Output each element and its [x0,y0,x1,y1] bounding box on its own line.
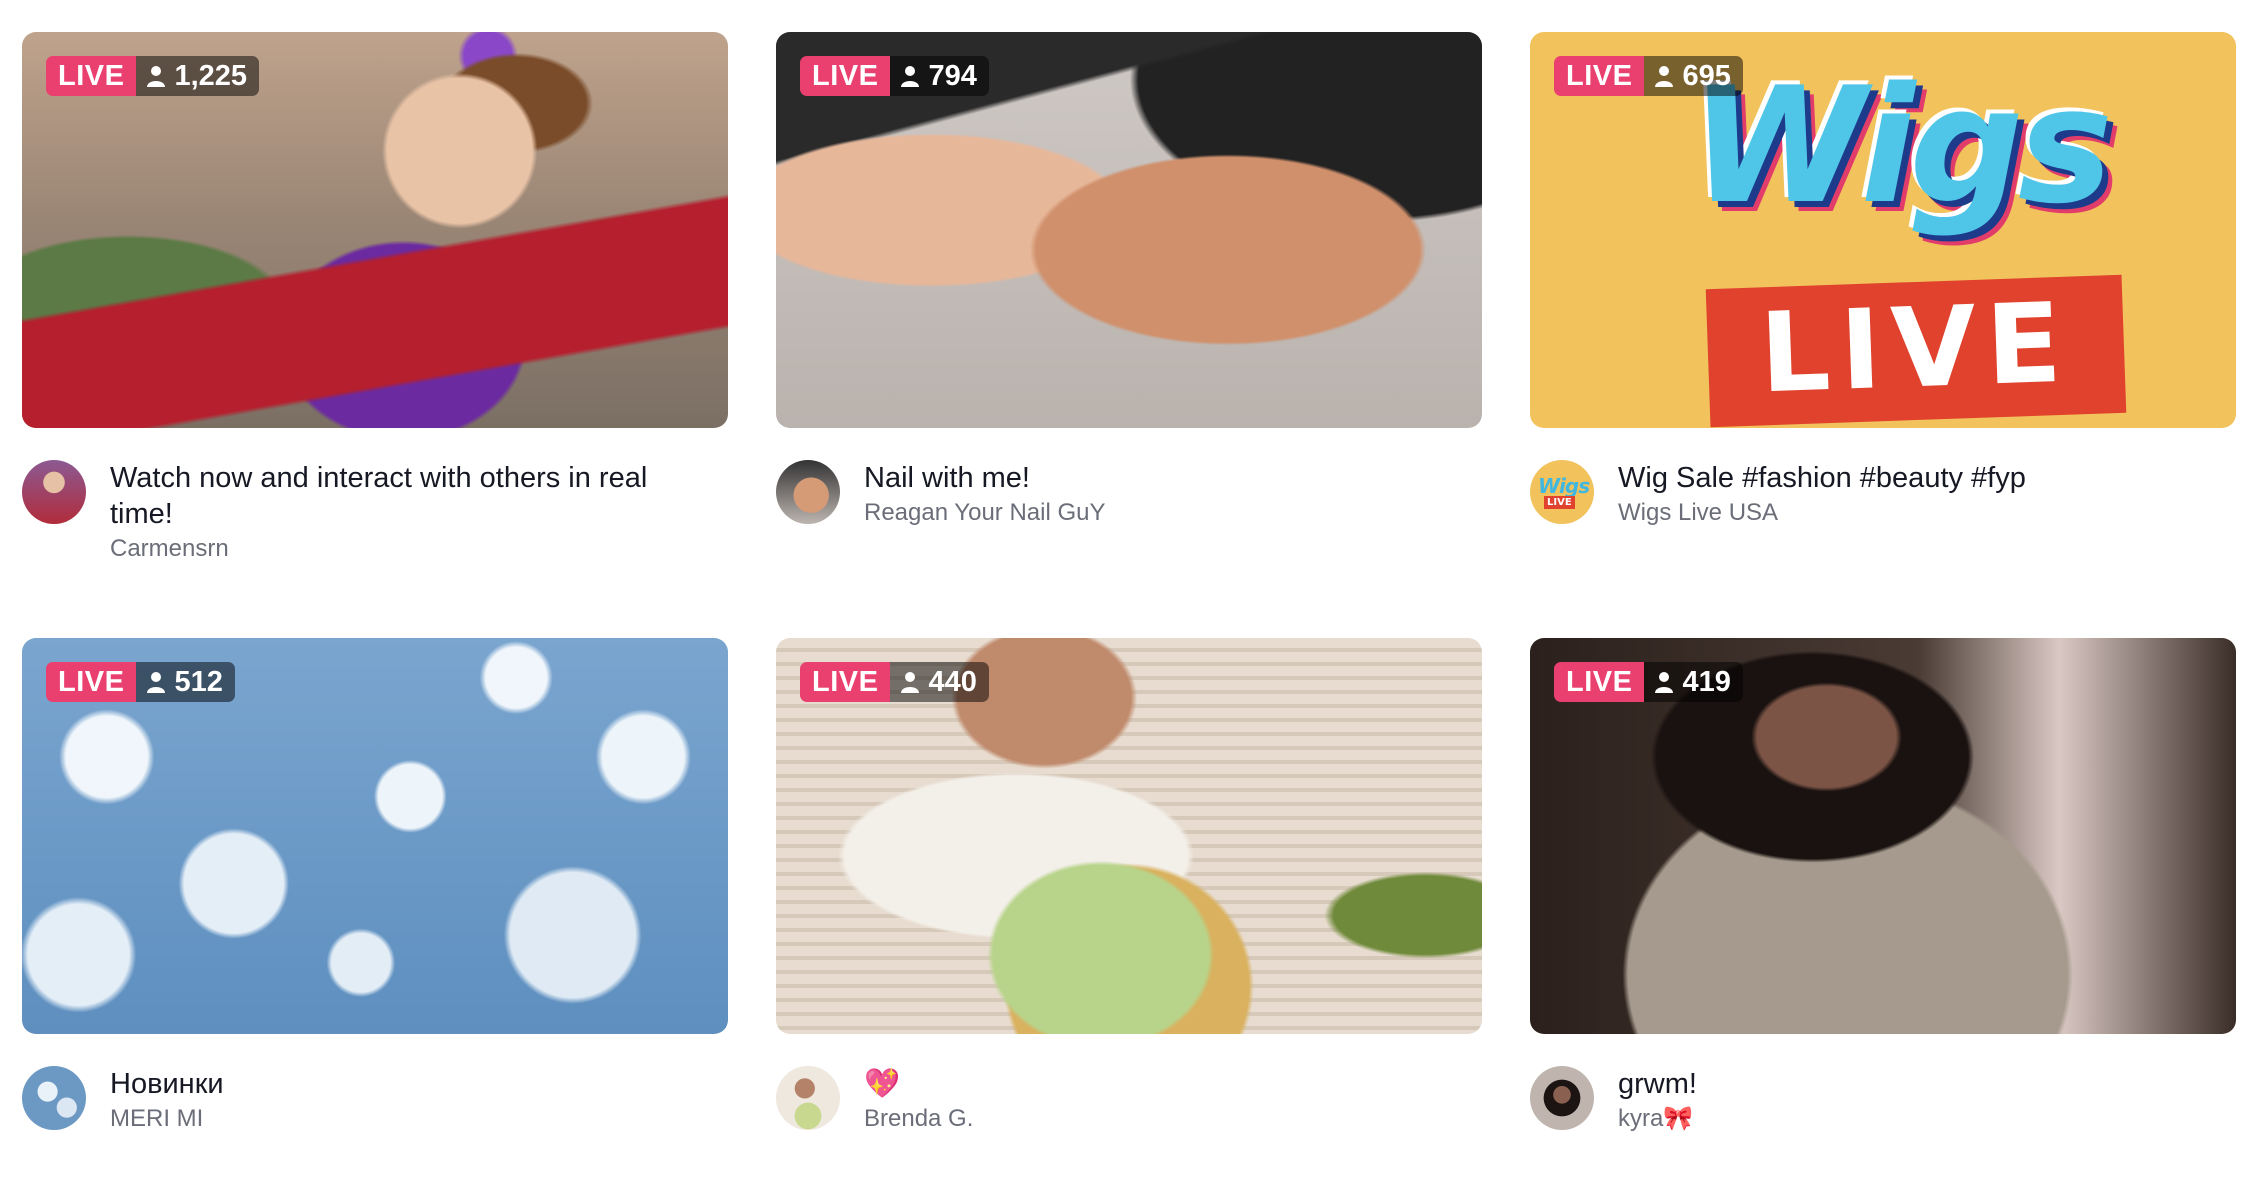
person-icon [901,66,920,87]
stream-thumbnail[interactable]: LIVE 794 [776,32,1482,428]
stream-thumbnail[interactable]: LIVE 419 [1530,638,2236,1034]
viewer-count-value: 419 [1682,666,1731,698]
stream-thumbnail[interactable]: LIVE 440 [776,638,1482,1034]
stream-author[interactable]: Brenda G. [864,1102,1464,1136]
live-streams-grid: LIVE 1,225 Watch now and interact with o… [0,0,2258,1152]
avatar[interactable]: Wigs LIVE [1530,460,1594,524]
stream-thumbnail[interactable]: LIVE 512 [22,638,728,1034]
viewer-count: 794 [890,56,989,96]
stream-card[interactable]: LIVE 419 grwm! kyra🎀 [1530,638,2236,1186]
live-label: LIVE [1554,662,1645,702]
live-label: LIVE [800,662,891,702]
live-badge: LIVE 794 [800,56,989,96]
live-badge: LIVE 1,225 [46,56,260,96]
live-badge: LIVE 512 [46,662,235,702]
viewer-count-value: 695 [1682,60,1731,92]
viewer-count: 512 [136,662,235,702]
wigs-logo-word: Wigs [1690,52,2113,239]
live-badge: LIVE 695 [1554,56,1743,96]
viewer-count: 695 [1644,56,1743,96]
stream-card[interactable]: LIVE 512 Новинки MERI MI [22,638,728,1186]
avatar[interactable] [776,460,840,524]
live-label: LIVE [46,56,137,96]
stream-card[interactable]: LIVE 794 Nail with me! Reagan Your Nail … [776,32,1482,580]
live-label: LIVE [800,56,891,96]
person-icon [901,672,920,693]
live-label: LIVE [46,662,137,702]
stream-title[interactable]: grwm! [1618,1066,2218,1102]
wigs-logo-live-text: LIVE [1757,278,2074,418]
avatar[interactable] [776,1066,840,1130]
avatar[interactable] [22,1066,86,1130]
viewer-count: 419 [1644,662,1743,702]
person-icon [1655,66,1674,87]
person-icon [147,66,166,87]
stream-author[interactable]: MERI MI [110,1102,710,1136]
live-badge: LIVE 419 [1554,662,1743,702]
viewer-count: 440 [890,662,989,702]
stream-card[interactable]: LIVE 440 💖 Brenda G. [776,638,1482,1186]
stream-title[interactable]: Nail with me! [864,460,1464,496]
stream-thumbnail[interactable]: LIVE 1,225 [22,32,728,428]
viewer-count: 1,225 [136,56,260,96]
stream-author[interactable]: Reagan Your Nail GuY [864,496,1464,530]
stream-card[interactable]: LIVE 1,225 Watch now and interact with o… [22,32,728,580]
avatar-logo-live: LIVE [1544,496,1575,509]
avatar[interactable] [1530,1066,1594,1130]
viewer-count-value: 512 [174,666,223,698]
person-icon [1655,672,1674,693]
stream-title[interactable]: 💖 [864,1066,1464,1102]
avatar[interactable] [22,460,86,524]
stream-card[interactable]: Wigs LIVE LIVE 695 Wigs LIVE Wig Sale #f… [1530,32,2236,580]
person-icon [147,672,166,693]
stream-title[interactable]: Новинки [110,1066,710,1102]
viewer-count-value: 1,225 [174,60,248,92]
live-badge: LIVE 440 [800,662,989,702]
stream-author[interactable]: Wigs Live USA [1618,496,2218,530]
stream-title[interactable]: Wig Sale #fashion #beauty #fyp [1618,460,2218,496]
stream-author[interactable]: kyra🎀 [1618,1102,2218,1136]
viewer-count-value: 794 [928,60,977,92]
stream-thumbnail[interactable]: Wigs LIVE LIVE 695 [1530,32,2236,428]
avatar-logo-word: Wigs [1538,474,1590,498]
live-label: LIVE [1554,56,1645,96]
stream-title[interactable]: Watch now and interact with others in re… [110,460,710,532]
viewer-count-value: 440 [928,666,977,698]
stream-author[interactable]: Carmensrn [110,532,710,566]
